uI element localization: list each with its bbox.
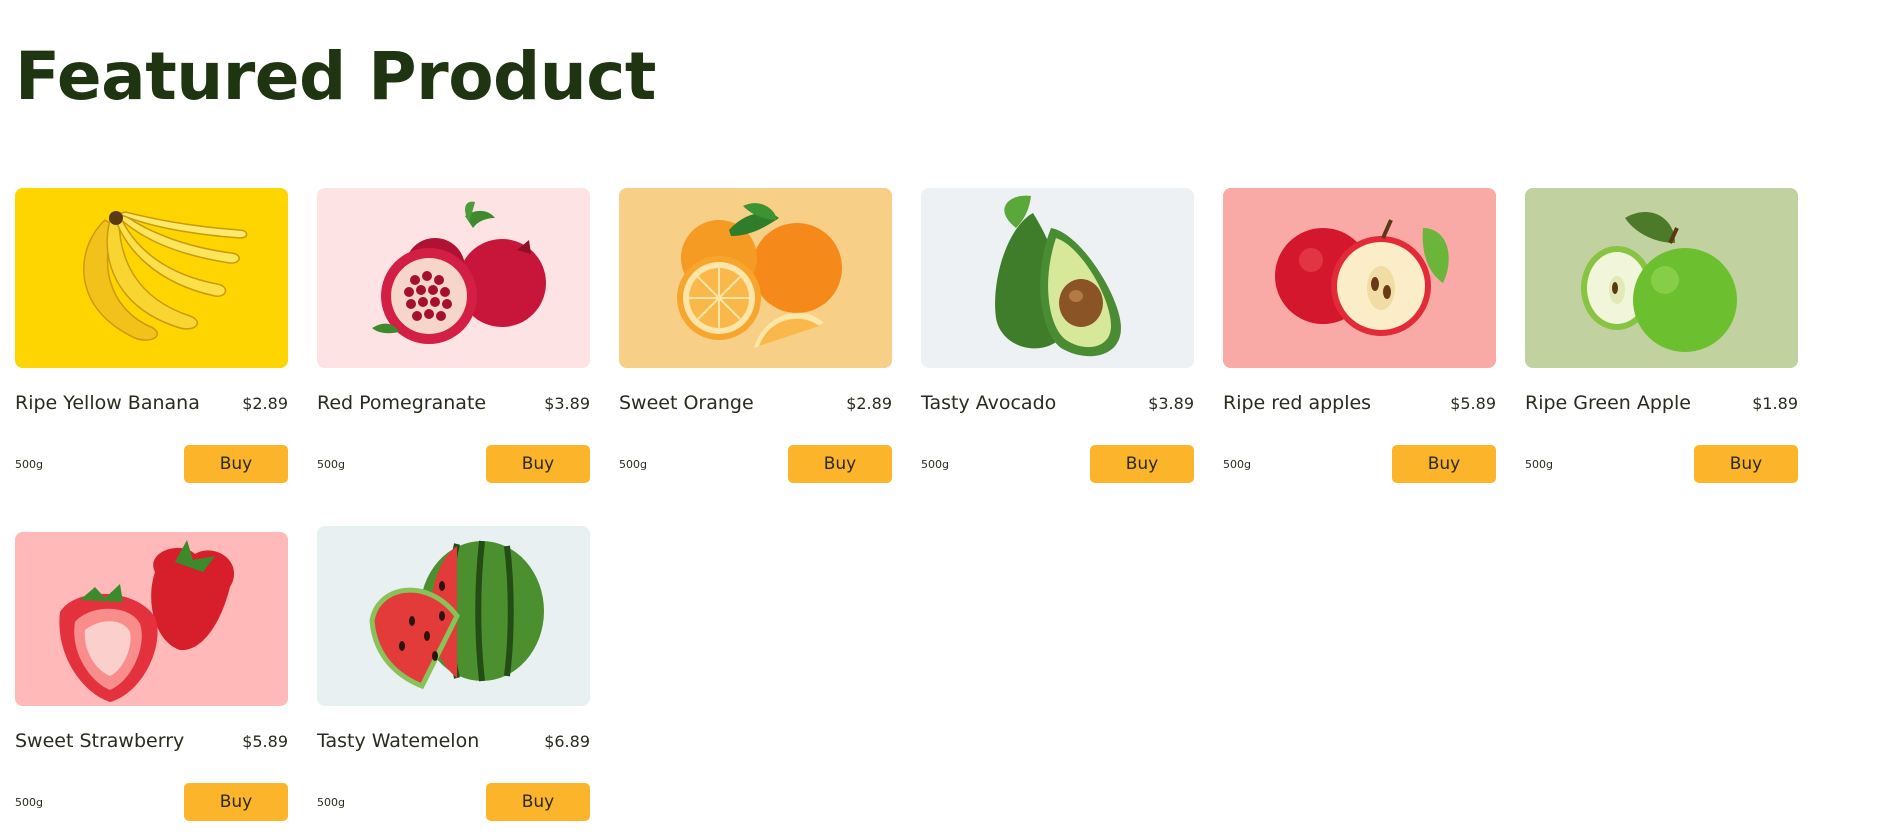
buy-button[interactable]: Buy bbox=[788, 445, 892, 483]
buy-button[interactable]: Buy bbox=[1090, 445, 1194, 483]
pomegranate-image[interactable] bbox=[317, 188, 590, 368]
product-card-green-apple: Ripe Green Apple $1.89 500g Buy bbox=[1525, 188, 1798, 493]
strawberry-image[interactable] bbox=[15, 532, 288, 706]
product-price: $3.89 bbox=[1148, 394, 1194, 413]
buy-button[interactable]: Buy bbox=[184, 783, 288, 821]
product-weight: 500g bbox=[921, 458, 949, 471]
product-price: $5.89 bbox=[242, 732, 288, 751]
product-name: Ripe Yellow Banana bbox=[15, 392, 200, 414]
product-weight: 500g bbox=[317, 796, 345, 809]
product-weight: 500g bbox=[15, 458, 43, 471]
banana-image[interactable] bbox=[15, 188, 288, 368]
green-apple-image[interactable] bbox=[1525, 188, 1798, 368]
product-weight: 500g bbox=[1223, 458, 1251, 471]
buy-button[interactable]: Buy bbox=[1694, 445, 1798, 483]
product-card-orange: Sweet Orange $2.89 500g Buy bbox=[619, 188, 892, 493]
product-name: Sweet Strawberry bbox=[15, 730, 185, 752]
product-weight: 500g bbox=[619, 458, 647, 471]
page-title: Featured Product bbox=[15, 38, 656, 115]
watermelon-image[interactable] bbox=[317, 526, 590, 706]
product-price: $2.89 bbox=[846, 394, 892, 413]
buy-button[interactable]: Buy bbox=[486, 445, 590, 483]
buy-button[interactable]: Buy bbox=[1392, 445, 1496, 483]
product-card-pomegranate: Red Pomegranate $3.89 500g Buy bbox=[317, 188, 590, 493]
orange-image[interactable] bbox=[619, 188, 892, 368]
product-name: Tasty Avocado bbox=[921, 392, 1057, 414]
product-name: Tasty Watemelon bbox=[317, 730, 480, 752]
product-card-red-apples: Ripe red apples $5.89 500g Buy bbox=[1223, 188, 1496, 493]
product-price: $1.89 bbox=[1752, 394, 1798, 413]
product-weight: 500g bbox=[317, 458, 345, 471]
avocado-image[interactable] bbox=[921, 188, 1194, 368]
buy-button[interactable]: Buy bbox=[184, 445, 288, 483]
product-card-avocado: Tasty Avocado $3.89 500g Buy bbox=[921, 188, 1194, 493]
product-name: Ripe red apples bbox=[1223, 392, 1372, 414]
product-price: $3.89 bbox=[544, 394, 590, 413]
product-weight: 500g bbox=[15, 796, 43, 809]
product-card-banana: Ripe Yellow Banana $2.89 500g Buy bbox=[15, 188, 288, 493]
product-price: $2.89 bbox=[242, 394, 288, 413]
product-price: $6.89 bbox=[544, 732, 590, 751]
product-name: Ripe Green Apple bbox=[1525, 392, 1691, 414]
red-apple-image[interactable] bbox=[1223, 188, 1496, 368]
product-card-watermelon: Tasty Watemelon $6.89 500g Buy bbox=[317, 526, 590, 831]
product-name: Sweet Orange bbox=[619, 392, 754, 414]
product-price: $5.89 bbox=[1450, 394, 1496, 413]
product-card-strawberry: Sweet Strawberry $5.89 500g Buy bbox=[15, 532, 288, 837]
product-weight: 500g bbox=[1525, 458, 1553, 471]
product-name: Red Pomegranate bbox=[317, 392, 487, 414]
buy-button[interactable]: Buy bbox=[486, 783, 590, 821]
